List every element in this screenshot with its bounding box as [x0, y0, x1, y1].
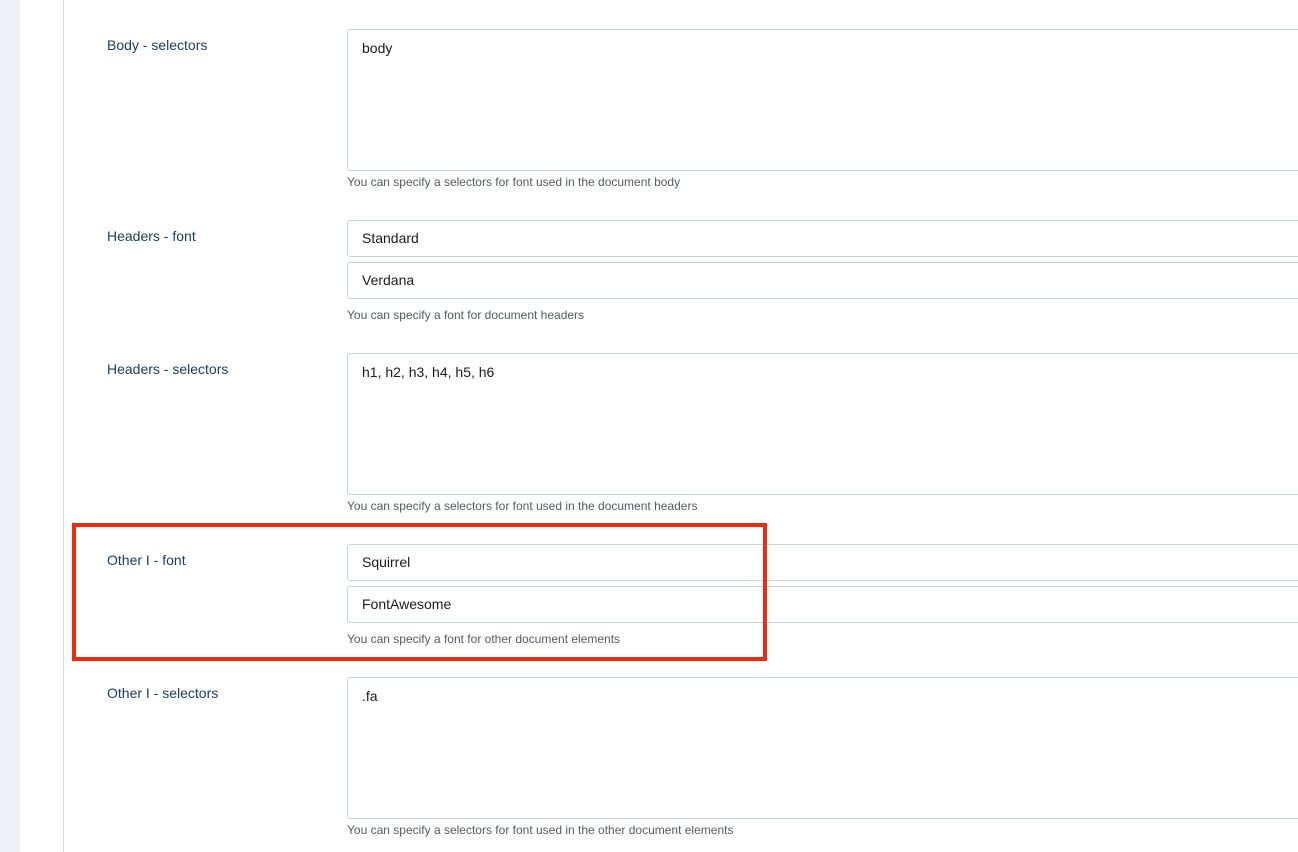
body-selectors-help: You can specify a selectors for font use… [347, 175, 681, 189]
other1-font-help: You can specify a font for other documen… [347, 632, 621, 646]
headers-font-type-select[interactable]: Standard [347, 220, 1298, 257]
other1-font-label: Other I - font [107, 552, 186, 568]
other1-font-type-select[interactable]: Squirrel [347, 544, 1298, 581]
panel-divider [63, 0, 64, 852]
body-selectors-textarea[interactable]: body [347, 29, 1298, 171]
other1-selectors-help: You can specify a selectors for font use… [347, 823, 734, 837]
left-sidebar-strip [0, 0, 20, 852]
settings-page: Body - selectors body You can specify a … [0, 0, 1298, 852]
other1-font-family-select[interactable]: FontAwesome [347, 586, 1298, 623]
headers-selectors-label: Headers - selectors [107, 361, 229, 377]
headers-font-help: You can specify a font for document head… [347, 308, 585, 322]
headers-font-family-select[interactable]: Verdana [347, 262, 1298, 299]
other1-selectors-textarea[interactable]: .fa [347, 677, 1298, 819]
other1-selectors-label: Other I - selectors [107, 685, 219, 701]
headers-selectors-textarea[interactable]: h1, h2, h3, h4, h5, h6 [347, 353, 1298, 495]
headers-selectors-help: You can specify a selectors for font use… [347, 499, 698, 513]
body-selectors-label: Body - selectors [107, 37, 208, 53]
headers-font-label: Headers - font [107, 228, 196, 244]
